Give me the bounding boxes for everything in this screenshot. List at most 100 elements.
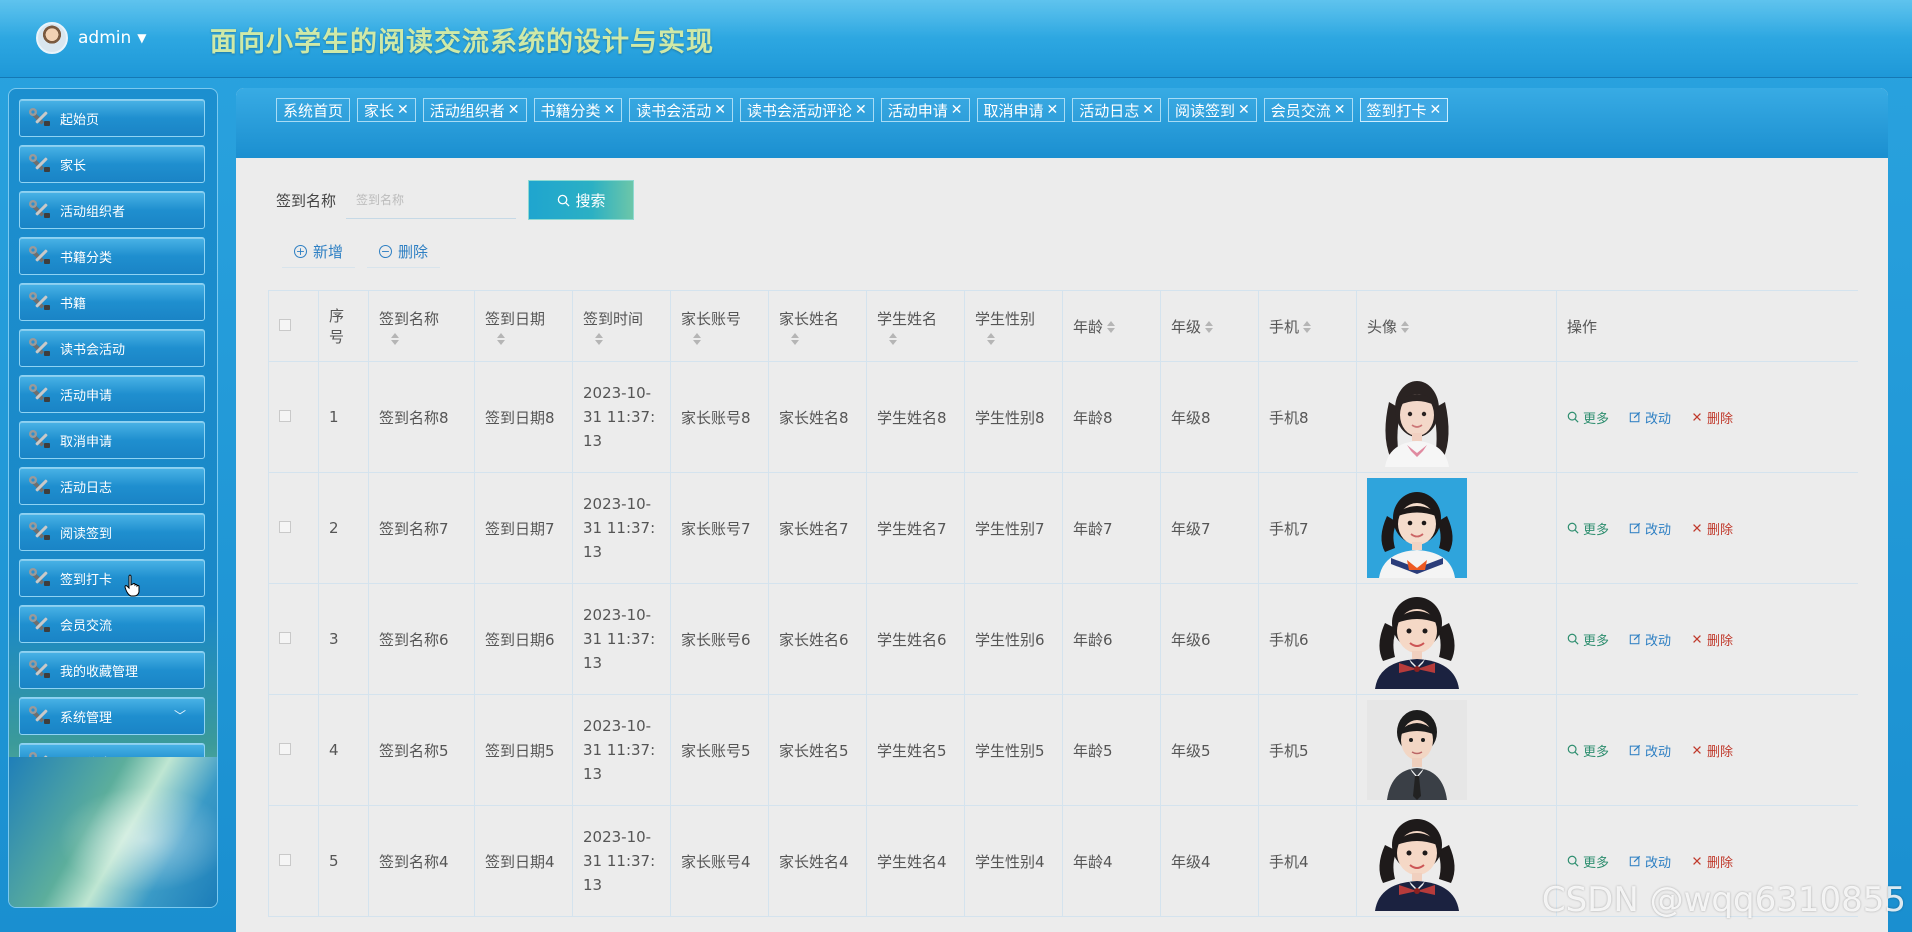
avatar[interactable] (1367, 478, 1467, 578)
sidebar-item-8[interactable]: 活动日志 (19, 467, 205, 505)
sort-icon[interactable] (1107, 321, 1115, 333)
sidebar-item-9[interactable]: 阅读签到 (19, 513, 205, 551)
table-row[interactable]: 2 签到名称7 签到日期7 2023-10-31 11:37:13 家长账号7 家长姓名7… (268, 472, 1858, 584)
edit-button[interactable]: 改动 (1629, 852, 1671, 871)
close-icon[interactable]: ✕ (951, 102, 963, 118)
column-header[interactable]: 年级 (1160, 290, 1259, 362)
row-delete-button[interactable]: 删除 (1691, 408, 1733, 427)
tab-2[interactable]: 活动组织者 ✕ (422, 98, 527, 122)
tab-3[interactable]: 书籍分类 ✕ (533, 98, 623, 122)
sidebar-menu[interactable]: 起始页家长活动组织者书籍分类书籍读书会活动活动申请取消申请活动日志阅读签到签到打… (19, 99, 205, 757)
user-menu[interactable]: admin ▼ (36, 20, 147, 56)
column-header[interactable]: 签到日期 (474, 290, 573, 362)
sidebar-item-7[interactable]: 取消申请 (19, 421, 205, 459)
more-button[interactable]: 更多 (1567, 408, 1609, 427)
edit-button[interactable]: 改动 (1629, 630, 1671, 649)
close-icon[interactable]: ✕ (855, 102, 867, 118)
sidebar-item-6[interactable]: 活动申请 (19, 375, 205, 413)
tab-9[interactable]: 阅读签到 ✕ (1168, 98, 1257, 122)
select-all-checkbox[interactable] (279, 319, 291, 331)
avatar[interactable] (1367, 811, 1467, 911)
row-delete-button[interactable]: 删除 (1691, 519, 1733, 538)
more-button[interactable]: 更多 (1567, 519, 1609, 538)
add-button[interactable]: + 新增 (282, 236, 356, 268)
more-button[interactable]: 更多 (1567, 741, 1609, 760)
sort-icon[interactable] (693, 333, 701, 345)
sidebar-item-14[interactable]: 个人信息 (19, 743, 205, 757)
edit-button[interactable]: 改动 (1629, 519, 1671, 538)
sidebar-item-4[interactable]: 书籍 (19, 283, 205, 321)
more-button[interactable]: 更多 (1567, 630, 1609, 649)
column-header[interactable]: 头像 (1356, 290, 1557, 362)
close-icon[interactable]: ✕ (397, 102, 409, 118)
close-icon[interactable]: ✕ (1334, 102, 1346, 118)
sidebar-item-3[interactable]: 书籍分类 (19, 237, 205, 275)
tab-8[interactable]: 活动日志 ✕ (1072, 98, 1162, 122)
column-header[interactable]: 手机 (1258, 290, 1357, 362)
sort-icon[interactable] (889, 333, 897, 345)
sort-icon[interactable] (1303, 321, 1311, 333)
sidebar-item-11[interactable]: 会员交流 (19, 605, 205, 643)
row-checkbox[interactable] (279, 632, 291, 644)
edit-button[interactable]: 改动 (1629, 408, 1671, 427)
user-name[interactable]: admin (78, 28, 131, 48)
sort-icon[interactable] (987, 333, 995, 345)
sort-icon[interactable] (391, 333, 399, 345)
close-icon[interactable]: ✕ (1238, 102, 1250, 118)
avatar[interactable] (36, 22, 68, 54)
tab-1[interactable]: 家长 ✕ (357, 98, 416, 122)
tab-0[interactable]: 系统首页 (276, 98, 351, 122)
sort-icon[interactable] (595, 333, 603, 345)
search-input[interactable] (346, 181, 517, 219)
table-row[interactable]: 4 签到名称5 签到日期5 2023-10-31 11:37:13 家长账号5 家长姓名5… (268, 694, 1858, 806)
column-header[interactable]: 签到时间 (572, 290, 671, 362)
column-header[interactable]: 年龄 (1062, 290, 1161, 362)
tab-4[interactable]: 读书会活动 ✕ (629, 98, 734, 122)
sidebar-item-0[interactable]: 起始页 (19, 99, 205, 137)
tab-6[interactable]: 活动申请 ✕ (880, 98, 970, 122)
avatar[interactable] (1367, 589, 1467, 689)
row-checkbox[interactable] (279, 521, 291, 533)
tab-11[interactable]: 签到打卡 ✕ (1359, 98, 1449, 122)
chevron-down-icon[interactable]: ﹀ (174, 707, 186, 724)
sidebar-item-2[interactable]: 活动组织者 (19, 191, 205, 229)
sidebar-item-12[interactable]: 我的收藏管理 (19, 651, 205, 689)
search-button[interactable]: 搜索 (528, 180, 635, 220)
close-icon[interactable]: ✕ (1430, 102, 1442, 118)
close-icon[interactable]: ✕ (1142, 102, 1154, 118)
close-icon[interactable]: ✕ (604, 102, 616, 118)
sort-icon[interactable] (1401, 321, 1409, 333)
table-row[interactable]: 1 签到名称8 签到日期8 2023-10-31 11:37:13 家长账号8 家长姓名8… (268, 361, 1858, 473)
edit-button[interactable]: 改动 (1629, 741, 1671, 760)
column-header[interactable]: 家长账号 (670, 290, 769, 362)
row-delete-button[interactable]: 删除 (1691, 630, 1733, 649)
sidebar-item-1[interactable]: 家长 (19, 145, 205, 183)
row-checkbox[interactable] (279, 743, 291, 755)
chevron-down-icon[interactable]: ▼ (137, 31, 146, 45)
tab-5[interactable]: 读书会活动评论 ✕ (740, 98, 874, 122)
tab-10[interactable]: 会员交流 ✕ (1263, 98, 1353, 122)
column-header[interactable]: 学生性别 (964, 290, 1063, 362)
delete-button[interactable]: − 删除 (367, 236, 441, 268)
sort-icon[interactable] (1205, 321, 1213, 333)
row-checkbox[interactable] (279, 410, 291, 422)
row-delete-button[interactable]: 删除 (1691, 852, 1733, 871)
sidebar-item-5[interactable]: 读书会活动 (19, 329, 205, 367)
sidebar-item-13[interactable]: 系统管理 ﹀ (19, 697, 205, 735)
column-header[interactable]: 学生姓名 (866, 290, 965, 362)
sort-icon[interactable] (497, 333, 505, 345)
row-checkbox[interactable] (279, 854, 291, 866)
close-icon[interactable]: ✕ (1047, 102, 1059, 118)
avatar[interactable] (1367, 367, 1467, 467)
tab-7[interactable]: 取消申请 ✕ (976, 98, 1066, 122)
close-icon[interactable]: ✕ (714, 102, 726, 118)
sidebar-item-10[interactable]: 签到打卡 (19, 559, 205, 597)
column-header[interactable]: 家长姓名 (768, 290, 867, 362)
row-delete-button[interactable]: 删除 (1691, 741, 1733, 760)
sort-icon[interactable] (791, 333, 799, 345)
column-header[interactable]: 签到名称 (368, 290, 475, 362)
close-icon[interactable]: ✕ (508, 102, 520, 118)
more-button[interactable]: 更多 (1567, 852, 1609, 871)
avatar[interactable] (1367, 700, 1467, 800)
table-row[interactable]: 3 签到名称6 签到日期6 2023-10-31 11:37:13 家长账号6 家长姓名6… (268, 583, 1858, 695)
